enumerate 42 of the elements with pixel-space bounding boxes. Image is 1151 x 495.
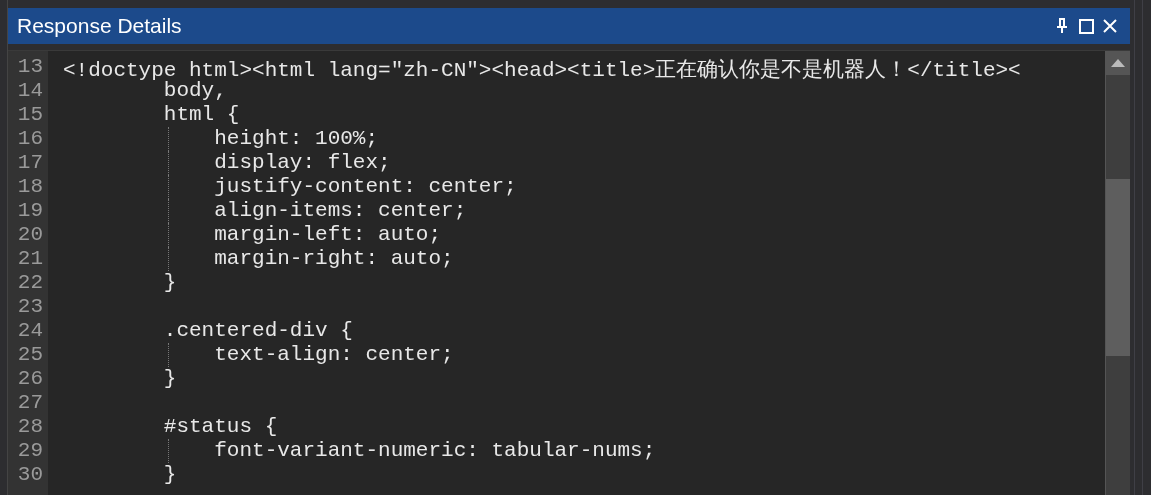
line-number: 14 bbox=[16, 79, 44, 103]
line-number: 22 bbox=[16, 271, 44, 295]
scroll-thumb[interactable] bbox=[1106, 179, 1130, 356]
code-line: body, bbox=[163, 79, 227, 102]
scrollbar[interactable] bbox=[1106, 51, 1130, 495]
line-number: 20 bbox=[16, 223, 44, 247]
line-number: 30 bbox=[16, 463, 44, 487]
code-line: margin-right: auto; bbox=[213, 247, 454, 270]
up-arrow-icon bbox=[1111, 59, 1125, 67]
line-number: 28 bbox=[16, 415, 44, 439]
maximize-icon bbox=[1078, 18, 1094, 34]
code-line: align-items: center; bbox=[213, 199, 467, 222]
code-line: } bbox=[162, 367, 177, 390]
code-line: <!doctype html><html lang="zh-CN"><head><title>正在确认你是不是机器人！</title>< bbox=[63, 59, 1021, 82]
code-line: margin-left: auto; bbox=[213, 223, 442, 246]
line-number: 27 bbox=[16, 391, 44, 415]
line-number: 13 bbox=[16, 55, 44, 79]
code-line: display: flex; bbox=[213, 151, 391, 174]
code-line: height: 100%; bbox=[213, 127, 379, 150]
line-number: 23 bbox=[16, 295, 44, 319]
line-number: 24 bbox=[16, 319, 44, 343]
code-line: html { bbox=[162, 103, 240, 126]
code-line: .centered-div { bbox=[162, 319, 353, 342]
line-number: 18 bbox=[16, 175, 44, 199]
line-number: 16 bbox=[16, 127, 44, 151]
line-number: 15 bbox=[16, 103, 44, 127]
line-number: 29 bbox=[16, 439, 44, 463]
code-line: justify-content: center; bbox=[213, 175, 517, 198]
code-line: } bbox=[162, 271, 177, 294]
code-line: font-variant-numeric: tabular-nums; bbox=[213, 439, 656, 462]
close-icon bbox=[1103, 19, 1117, 33]
line-number: 25 bbox=[16, 343, 44, 367]
line-number: 21 bbox=[16, 247, 44, 271]
line-number: 17 bbox=[16, 151, 44, 175]
pin-icon bbox=[1056, 18, 1068, 34]
window-title: Response Details bbox=[17, 14, 183, 38]
line-number: 26 bbox=[16, 367, 44, 391]
code-line: } bbox=[162, 463, 177, 486]
scroll-up-button[interactable] bbox=[1106, 51, 1130, 75]
code-line: text-align: center; bbox=[213, 343, 454, 366]
line-number: 19 bbox=[16, 199, 44, 223]
code-line: #status { bbox=[162, 415, 278, 438]
